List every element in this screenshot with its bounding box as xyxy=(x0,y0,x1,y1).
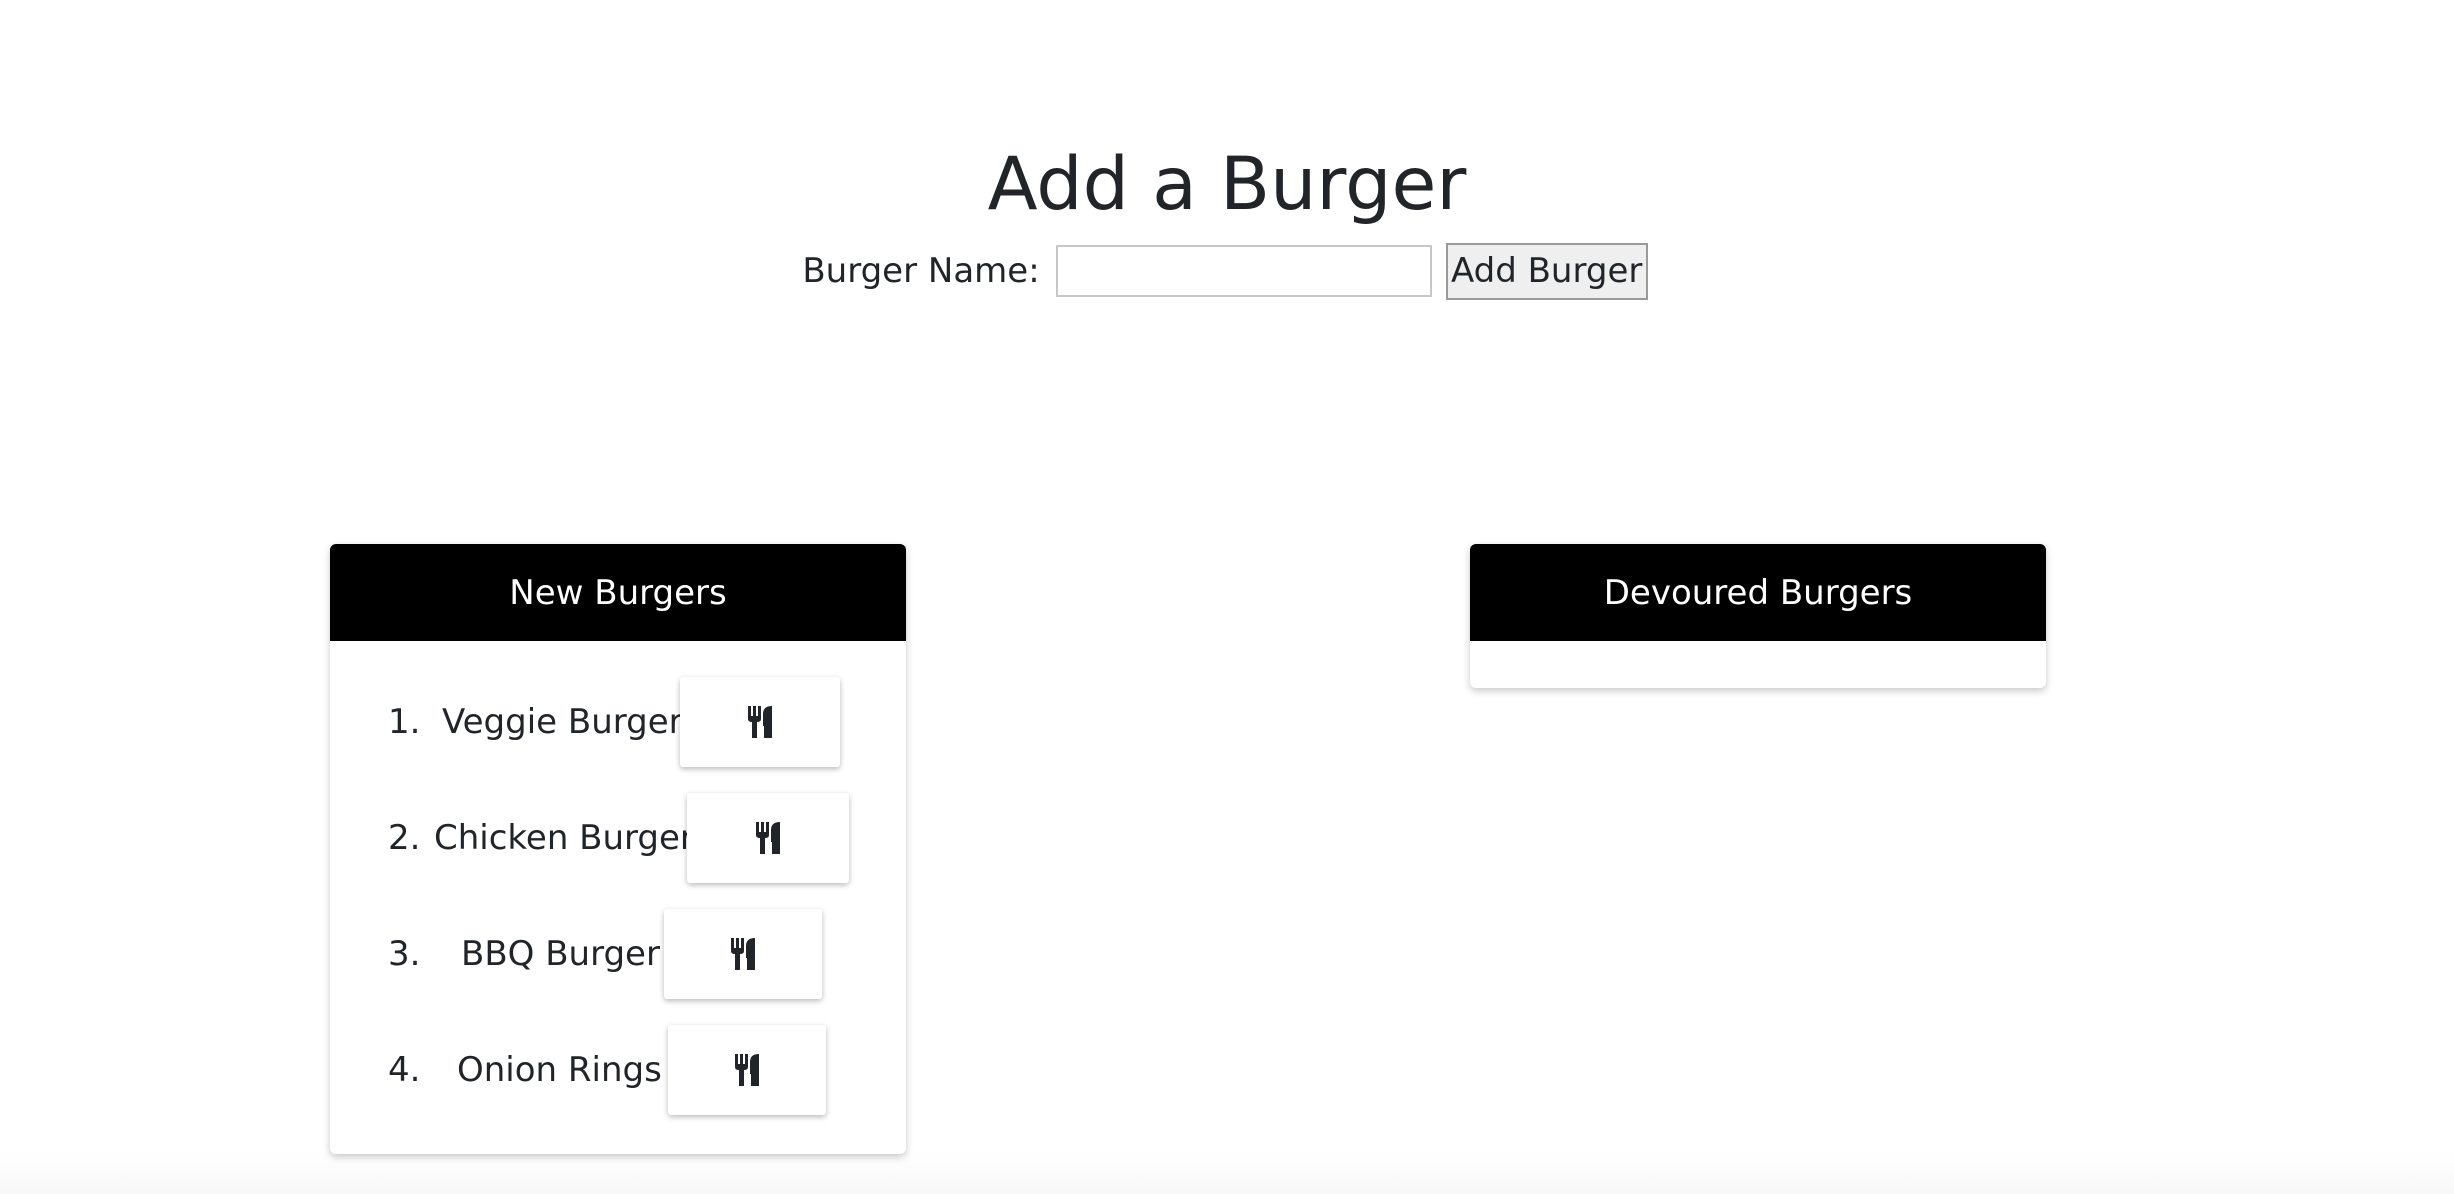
burger-number: 3. xyxy=(388,934,421,974)
burger-name-input[interactable] xyxy=(1055,245,1432,297)
devoured-burgers-header: Devoured Burgers xyxy=(1470,544,2046,641)
utensils-icon xyxy=(747,706,773,738)
utensils-icon xyxy=(730,938,756,970)
burger-name: Onion Rings xyxy=(457,1050,662,1090)
devour-button[interactable] xyxy=(687,793,849,883)
burger-name: BBQ Burger xyxy=(461,934,660,974)
burger-number: 4. xyxy=(388,1050,421,1090)
burger-number: 2. xyxy=(388,818,421,858)
burger-name: Chicken Burger xyxy=(434,818,694,858)
add-burger-button[interactable]: Add Burger xyxy=(1445,242,1648,300)
page-title: Add a Burger xyxy=(987,142,1467,227)
new-burgers-header: New Burgers xyxy=(330,544,906,641)
burger-item: 3. BBQ Burger xyxy=(330,909,906,999)
burger-item: 4. Onion Rings xyxy=(330,1025,906,1115)
utensils-icon xyxy=(755,822,781,854)
utensils-icon xyxy=(734,1054,760,1086)
page: Add a Burger Burger Name: Add Burger New… xyxy=(0,0,2454,1194)
burger-name-label: Burger Name: xyxy=(802,251,1040,291)
new-burgers-card: New Burgers 1. Veggie Burger 2. Chicken … xyxy=(330,544,906,1154)
devour-button[interactable] xyxy=(680,677,840,767)
devoured-burgers-card: Devoured Burgers xyxy=(1470,544,2046,688)
devour-button[interactable] xyxy=(668,1025,826,1115)
burger-item: 1. Veggie Burger xyxy=(330,677,906,767)
burger-number: 1. xyxy=(388,702,421,742)
add-burger-form: Burger Name: Add Burger xyxy=(0,241,2454,301)
burger-name: Veggie Burger xyxy=(442,702,683,742)
burger-item: 2. Chicken Burger xyxy=(330,793,906,883)
devour-button[interactable] xyxy=(664,909,822,999)
